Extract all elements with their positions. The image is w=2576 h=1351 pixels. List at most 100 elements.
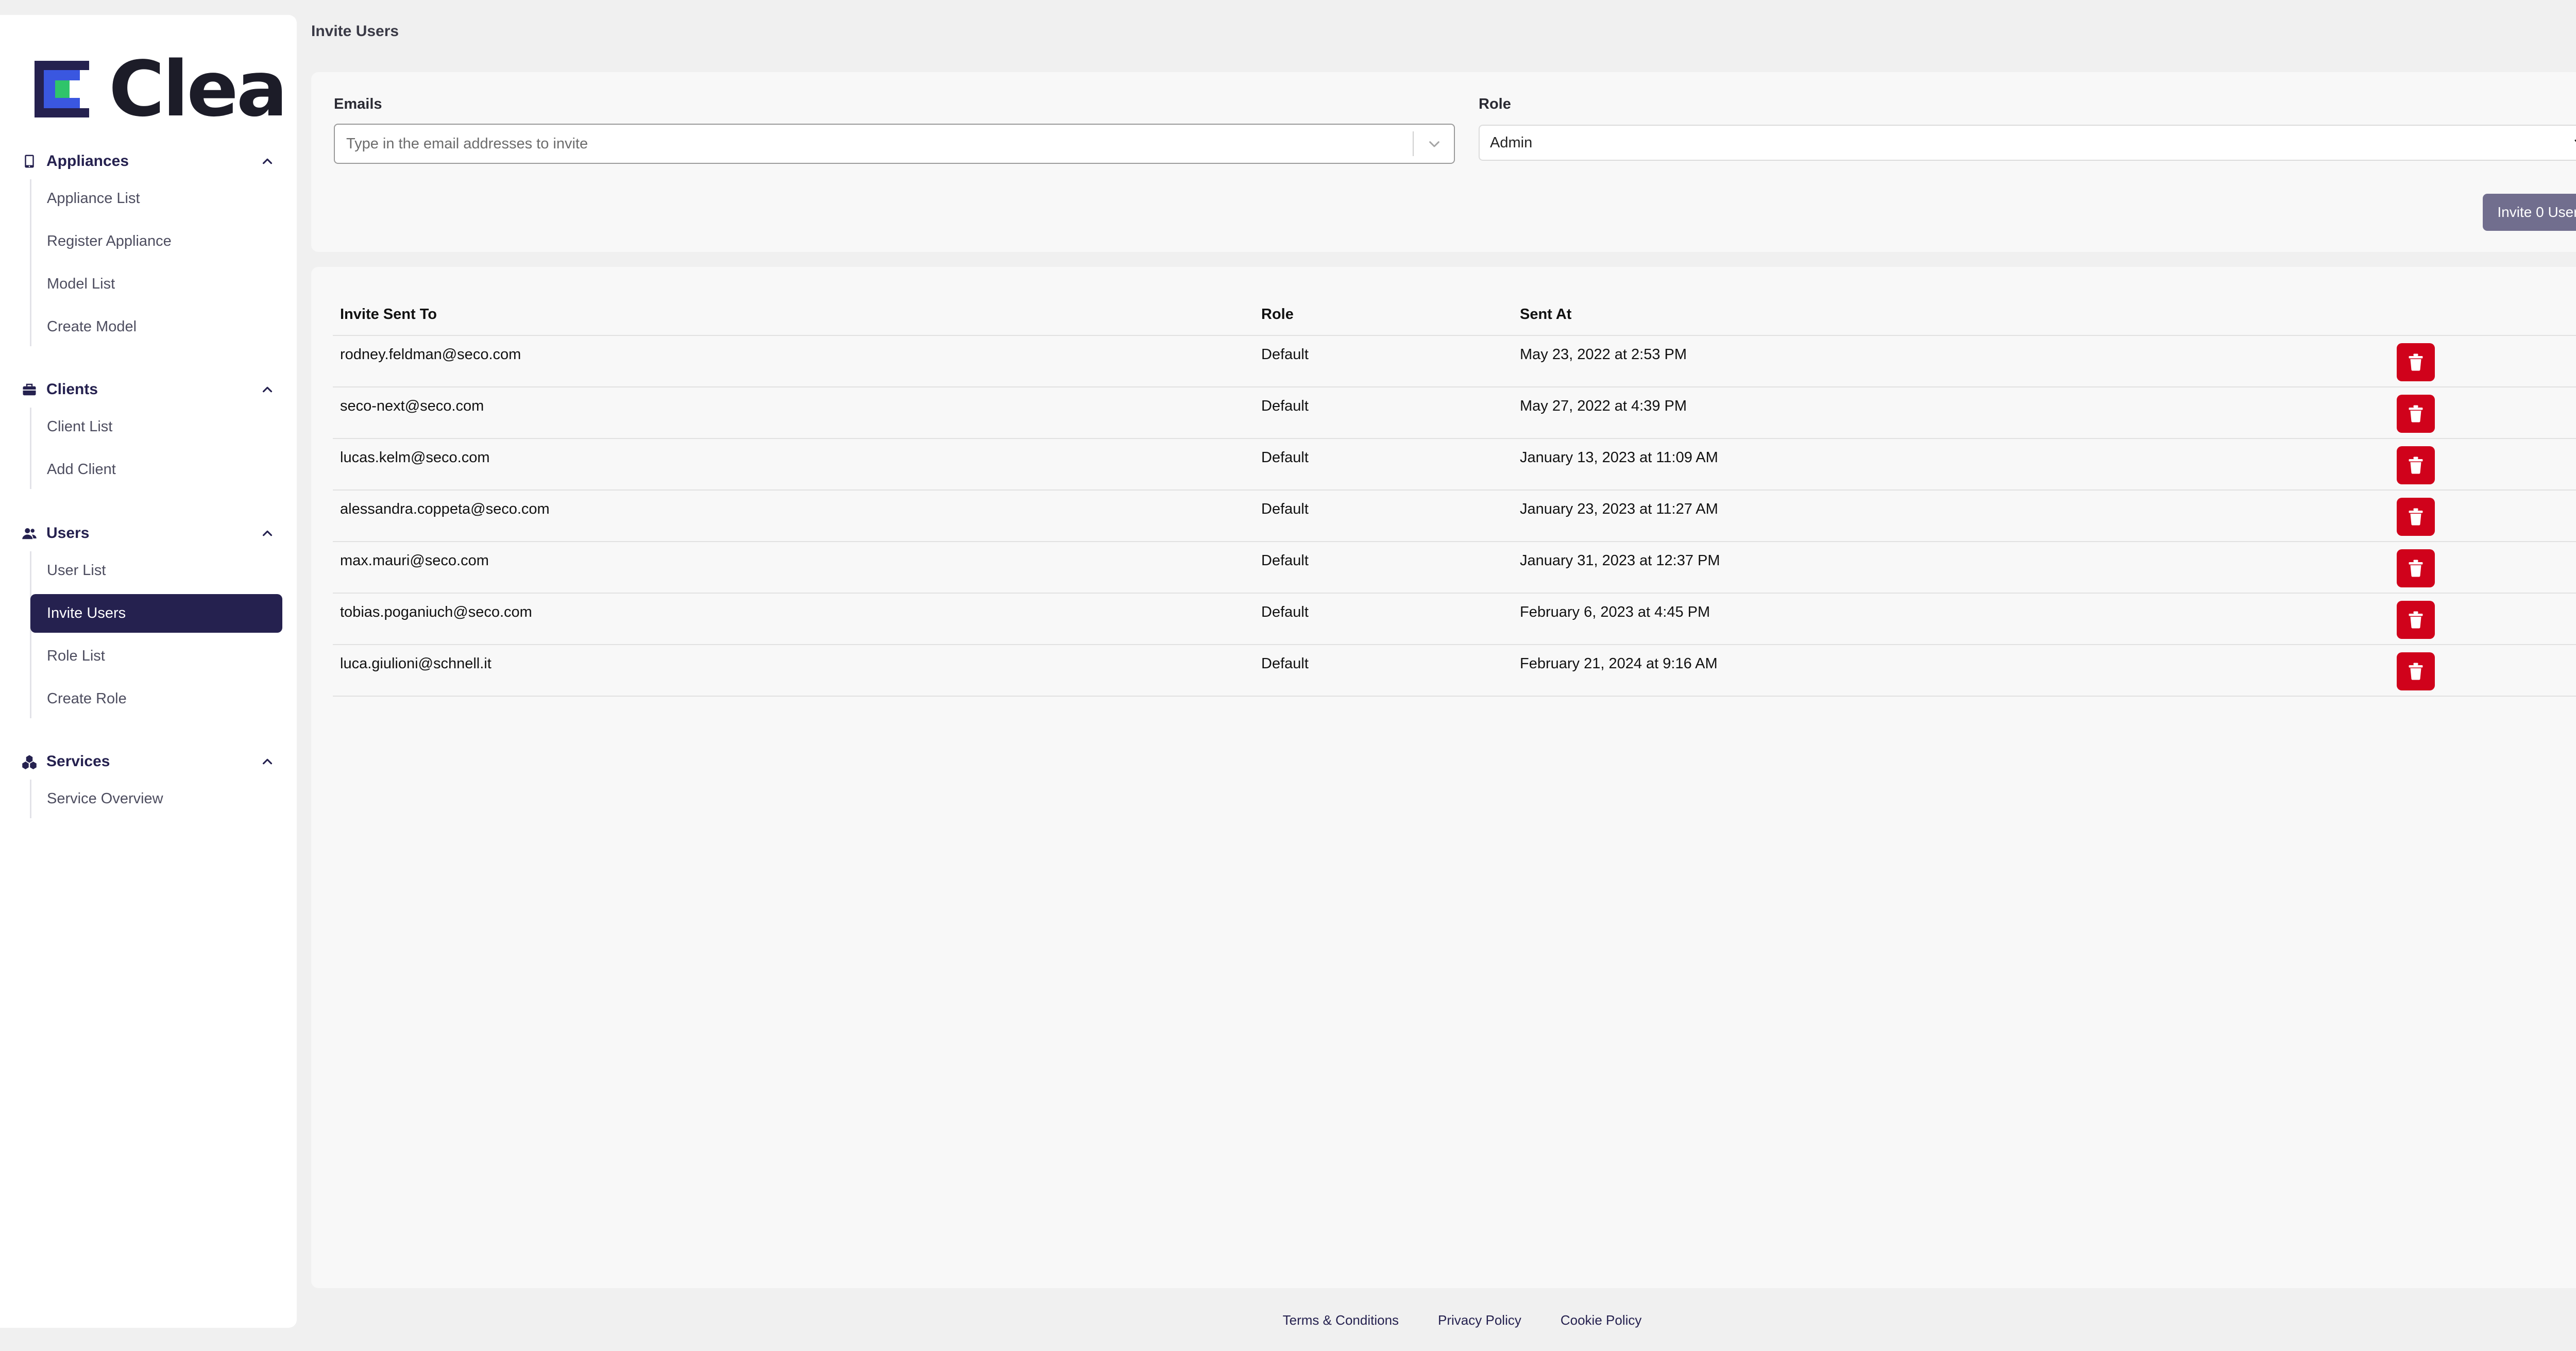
sidebar-item-service-overview[interactable]: Service Overview (39, 780, 282, 818)
emails-input[interactable] (346, 135, 1413, 153)
table-row: rodney.feldman@seco.com Default May 23, 20… (333, 336, 2576, 387)
cell-sent-at: May 27, 2022 at 4:39 PM (1520, 398, 1687, 414)
cell-sent-at: January 13, 2023 at 11:09 AM (1520, 449, 1718, 466)
table-row: seco-next@seco.com Default May 27, 2022 at… (333, 387, 2576, 439)
invite-users-button[interactable]: Invite 0 Users (2483, 194, 2576, 231)
cell-role: Default (1261, 346, 1309, 363)
cell-email: lucas.kelm@seco.com (340, 449, 490, 466)
cell-sent-at: February 6, 2023 at 4:45 PM (1520, 604, 1710, 620)
privacy-policy-link[interactable]: Privacy Policy (1438, 1312, 1521, 1328)
footer: Terms & Conditions Privacy Policy Cookie… (0, 1312, 2576, 1328)
cell-email: seco-next@seco.com (340, 398, 484, 414)
sidebar-item-create-model[interactable]: Create Model (39, 308, 282, 346)
invite-form-card: Emails Role Admin Invite 0 Users (311, 72, 2576, 252)
sidebar-section-services: Services Service Overview (0, 744, 297, 818)
sidebar-sublist: Client List Add Client (30, 408, 297, 489)
cell-sent-at: February 21, 2024 at 9:16 AM (1520, 655, 1718, 672)
sidebar-section-label: Appliances (46, 153, 129, 170)
sidebar-item-client-list[interactable]: Client List (39, 408, 282, 446)
chevron-up-icon[interactable] (260, 754, 275, 769)
invites-table-card: Invite Sent To Role Sent At rodney.feldm… (311, 267, 2576, 1288)
emails-field[interactable] (334, 124, 1455, 164)
sidebar-item-create-role[interactable]: Create Role (39, 680, 282, 718)
sidebar-section-clients: Clients Client List Add Client (0, 371, 297, 489)
terms-link[interactable]: Terms & Conditions (1283, 1312, 1399, 1328)
table-row: lucas.kelm@seco.com Default January 13, 20… (333, 439, 2576, 491)
cell-role: Default (1261, 501, 1309, 517)
delete-invite-button[interactable] (2397, 601, 2435, 639)
emails-label: Emails (334, 96, 382, 112)
column-header-invite-sent-to: Invite Sent To (340, 306, 437, 323)
table-row: alessandra.coppeta@seco.com Default Januar… (333, 491, 2576, 542)
sidebar-section-label: Clients (46, 381, 98, 398)
trash-icon (2409, 457, 2423, 474)
chevron-down-icon[interactable] (1424, 133, 1445, 154)
sidebar-section-header-clients[interactable]: Clients (0, 371, 297, 408)
delete-invite-button[interactable] (2397, 652, 2435, 690)
sidebar-section-header-services[interactable]: Services (0, 744, 297, 780)
table-row: max.mauri@seco.com Default January 31, 202… (333, 542, 2576, 594)
sidebar-item-invite-users[interactable]: Invite Users (30, 594, 282, 633)
clea-logo[interactable]: Clea (35, 45, 288, 133)
cell-email: rodney.feldman@seco.com (340, 346, 521, 363)
role-select[interactable]: Admin (1479, 125, 2576, 161)
chevron-up-icon[interactable] (260, 382, 275, 397)
trash-icon (2409, 405, 2423, 423)
sidebar-section-label: Services (46, 753, 110, 770)
role-label: Role (1479, 96, 1511, 112)
cookie-policy-link[interactable]: Cookie Policy (1561, 1312, 1642, 1328)
clea-logo-mark-icon (35, 61, 89, 117)
cell-email: luca.giulioni@schnell.it (340, 655, 492, 672)
sidebar-section-users: Users User List Invite Users Role List C… (0, 515, 297, 718)
trash-icon (2409, 611, 2423, 629)
invites-table: Invite Sent To Role Sent At rodney.feldm… (333, 295, 2576, 697)
cell-email: tobias.poganiuch@seco.com (340, 604, 532, 620)
tablet-icon (22, 154, 37, 169)
input-separator (1413, 131, 1414, 156)
cell-role: Default (1261, 449, 1309, 466)
sidebar-section-header-users[interactable]: Users (0, 515, 297, 551)
sidebar-section-label: Users (46, 525, 90, 542)
cell-sent-at: January 31, 2023 at 12:37 PM (1520, 552, 1720, 569)
sidebar-sublist: Service Overview (30, 780, 297, 818)
role-select-value: Admin (1490, 134, 1533, 151)
table-row: luca.giulioni@schnell.it Default February … (333, 645, 2576, 697)
sidebar-item-add-client[interactable]: Add Client (39, 450, 282, 489)
cell-sent-at: January 23, 2023 at 11:27 AM (1520, 501, 1718, 517)
trash-icon (2409, 560, 2423, 577)
cell-sent-at: May 23, 2022 at 2:53 PM (1520, 346, 1687, 363)
trash-icon (2409, 508, 2423, 526)
sidebar-item-register-appliance[interactable]: Register Appliance (39, 222, 282, 261)
page-title: Invite Users (311, 23, 399, 40)
cell-email: alessandra.coppeta@seco.com (340, 501, 550, 517)
sidebar-section-header-appliances[interactable]: Appliances (0, 143, 297, 179)
users-icon (22, 526, 37, 541)
sidebar-item-appliance-list[interactable]: Appliance List (39, 179, 282, 218)
trash-icon (2409, 663, 2423, 680)
cubes-icon (22, 754, 37, 769)
column-header-sent-at: Sent At (1520, 306, 1572, 323)
delete-invite-button[interactable] (2397, 395, 2435, 433)
logo-text: Clea (109, 45, 288, 133)
column-header-role: Role (1261, 306, 1294, 323)
chevron-up-icon[interactable] (260, 526, 275, 541)
delete-invite-button[interactable] (2397, 343, 2435, 381)
briefcase-icon (22, 382, 37, 397)
delete-invite-button[interactable] (2397, 498, 2435, 536)
sidebar: Clea Appliances Appliance List Register … (0, 15, 297, 1328)
delete-invite-button[interactable] (2397, 446, 2435, 484)
chevron-up-icon[interactable] (260, 154, 275, 169)
delete-invite-button[interactable] (2397, 549, 2435, 587)
table-header: Invite Sent To Role Sent At (333, 295, 2576, 336)
sidebar-item-role-list[interactable]: Role List (39, 637, 282, 675)
cell-role: Default (1261, 398, 1309, 414)
sidebar-sublist: User List Invite Users Role List Create … (30, 551, 297, 718)
sidebar-sublist: Appliance List Register Appliance Model … (30, 179, 297, 346)
sidebar-item-model-list[interactable]: Model List (39, 265, 282, 303)
sidebar-item-user-list[interactable]: User List (39, 551, 282, 590)
cell-email: max.mauri@seco.com (340, 552, 489, 569)
table-row: tobias.poganiuch@seco.com Default February… (333, 594, 2576, 645)
chevron-down-icon (2574, 140, 2576, 142)
sidebar-section-appliances: Appliances Appliance List Register Appli… (0, 143, 297, 346)
cell-role: Default (1261, 655, 1309, 672)
